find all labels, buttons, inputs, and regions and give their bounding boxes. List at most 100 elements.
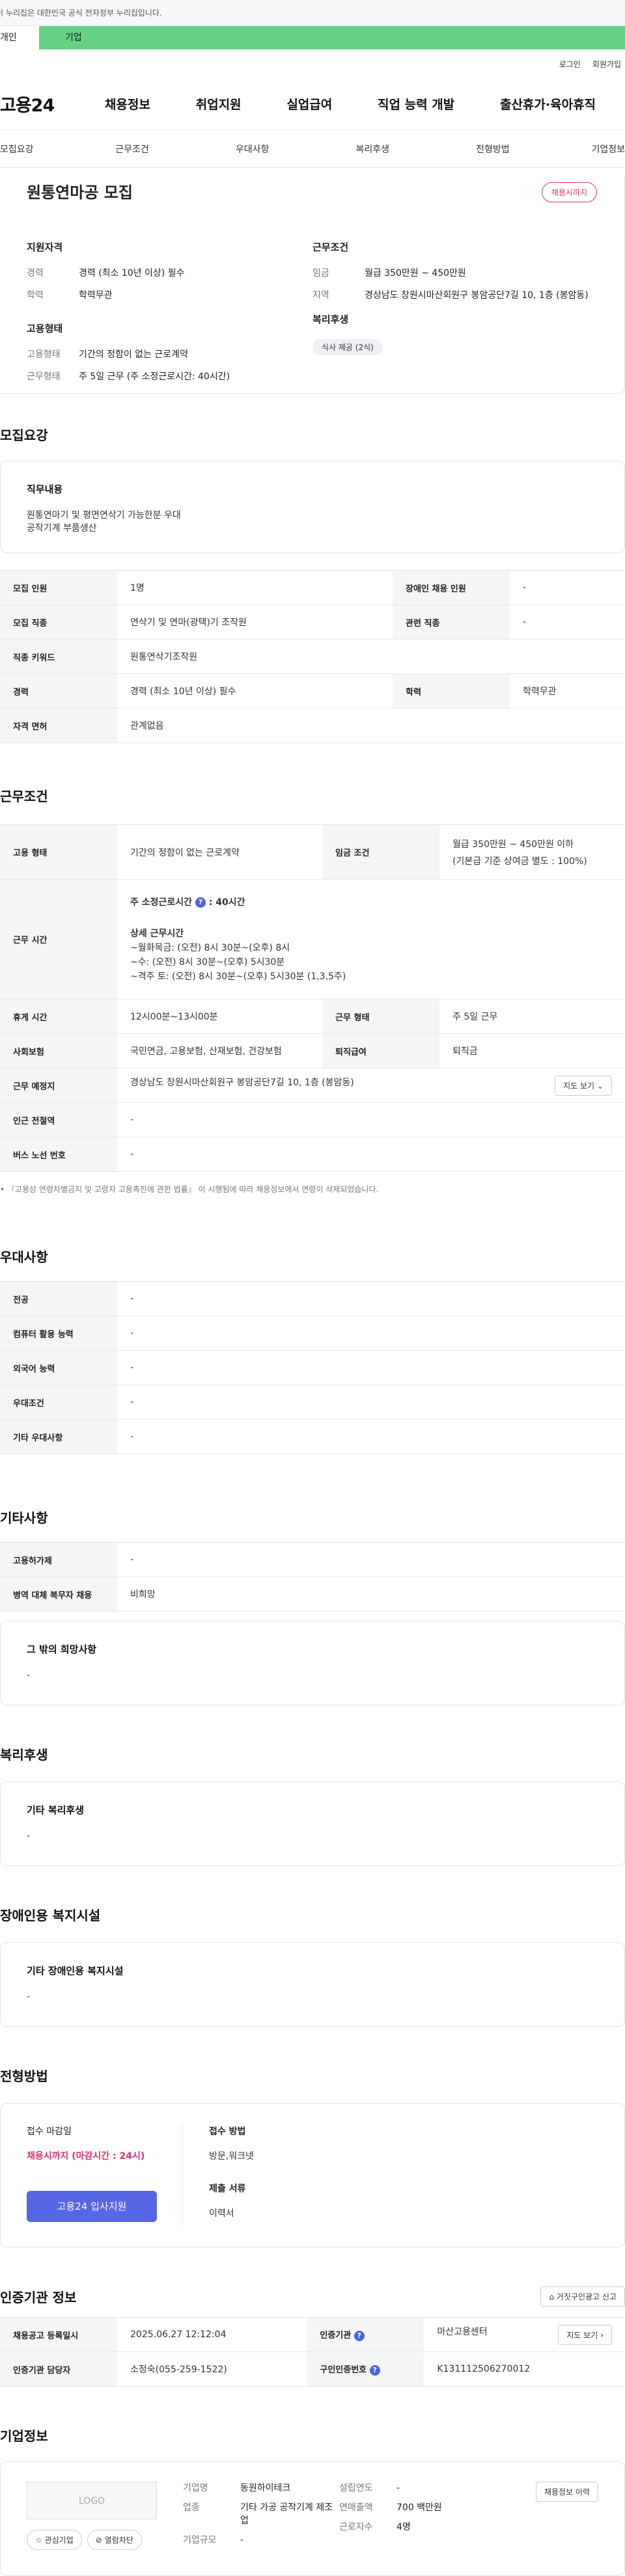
report-fake-ad-button[interactable]: ⌂ 거짓구인광고 신고 [540, 2286, 625, 2307]
kv-key: 근로자수 [339, 2522, 373, 2532]
kv-value: 학력무관 [79, 290, 113, 301]
etc-table: 고용허가제 - 병역 대체 복무자 채용 비희망 [0, 1542, 625, 1612]
kv-value: 경력 (최소 10년 이상) 필수 [79, 268, 185, 278]
td: - [510, 570, 625, 605]
company-name[interactable]: 동원하이테크 [240, 2482, 290, 2495]
tab-company[interactable]: 기업 [39, 26, 117, 49]
th: 고용 형태 [0, 824, 117, 880]
table-row: 직종 키워드 원통연삭기조작원 [0, 639, 625, 674]
td: - [117, 1102, 625, 1137]
section-process-title: 전형방법 [0, 2068, 48, 2084]
tab-personal[interactable]: 개인 [0, 26, 39, 49]
qualification-block: 지원자격 경력 경력 (최소 10년 이상) 필수 학력 학력무관 고용형태 고용형… [27, 240, 312, 392]
td: 학력무관 [510, 673, 625, 709]
anchor-work[interactable]: 근무조건 [72, 142, 193, 156]
hours-detail-line: ~격주 토: (오전) 8시 30분~(오후) 5시30분 (1,3,5주) [130, 971, 346, 982]
gnb-jobs[interactable]: 채용정보 [105, 95, 150, 113]
kv-key: 임금 [312, 268, 329, 278]
anchor-recruit[interactable]: 모집요강 [0, 142, 72, 156]
block-company-button[interactable]: ⊘ 열람차단 [87, 2530, 142, 2550]
apply-button[interactable]: 고용24 입사지원 [27, 2191, 157, 2222]
gnb-support[interactable]: 취업지원 [196, 95, 242, 113]
anchor-company[interactable]: 기업정보 [553, 142, 625, 156]
gnb-leave[interactable]: 출산휴가·육아휴직 [500, 95, 596, 113]
condition-title: 근무조건 [312, 241, 349, 253]
anchor-welfare[interactable]: 복리후생 [312, 142, 433, 156]
hours-cell: 주 소정근로시간 ? : 40시간 상세 근무시간 ~월화목금: (오전) 8시… [117, 879, 625, 999]
kv-key: 기업명 [183, 2483, 208, 2493]
table-row: 근무 시간 주 소정근로시간 ? : 40시간 상세 근무시간 ~월화목금: (… [0, 879, 625, 999]
section-anchor-nav: 모집요강 근무조건 우대사항 복리후생 전형방법 기업정보 [0, 130, 625, 168]
signup-link[interactable]: 회원가입 [592, 59, 621, 70]
hours-detail-line: ~수: (오전) 8시 30분~(오후) 5시30분 [130, 956, 285, 968]
wage-cell: 월급 350만원 ~ 450만원 이하 (기본급 기준 상여금 별도 : 100… [439, 824, 625, 880]
login-link[interactable]: 로그인 [559, 59, 581, 70]
kv-value: - [240, 2535, 244, 2545]
table-row: 자격 면허 관계없음 [0, 708, 625, 743]
th: 인근 전철역 [0, 1102, 117, 1137]
home-icon: ⌂ [549, 2292, 555, 2301]
hours-detail-title: 상세 근무시간 [130, 928, 184, 939]
agency-map-button[interactable]: 지도 보기 › [558, 2324, 612, 2345]
th: 우대조건 [0, 1385, 117, 1420]
th: 병역 대체 복무자 채용 [0, 1577, 117, 1612]
site-logo[interactable]: 고용24 [0, 91, 82, 116]
hours-week-value: 40시간 [215, 897, 245, 908]
favorite-company-button[interactable]: ☆ 관심기업 [27, 2530, 82, 2550]
tabs-bar-filler [117, 26, 625, 49]
section-company-title: 기업정보 [0, 2428, 48, 2444]
gnb-training[interactable]: 직업 능력 개발 [378, 95, 454, 113]
help-icon[interactable]: ? [354, 2330, 365, 2341]
method-block: 접수 방법 방문,워크넷 제출 서류 이력서 [183, 2124, 254, 2226]
block-icon: ⊘ [95, 2536, 102, 2545]
table-row: 우대조건 - [0, 1385, 625, 1420]
th: 휴게 시간 [0, 999, 117, 1034]
qualification-title: 지원자격 [27, 241, 63, 253]
th: 장애인 채용 인원 [393, 570, 510, 605]
wage-line: (기본급 기준 상여금 별도 : 100%) [452, 856, 587, 867]
welfare-box-title: 기타 복리후생 [27, 1804, 85, 1816]
employment-title: 고용형태 [27, 323, 63, 334]
section-work-title: 근무조건 [0, 789, 48, 804]
kv-key: 고용형태 [27, 349, 61, 360]
td: 비희망 [117, 1577, 625, 1612]
duty-title: 직무내용 [27, 483, 63, 495]
deadline-value: 채용시까지 (마감시간 : 24시) [27, 2151, 145, 2162]
table-row: 근무 예정지 경상남도 창원시마산회원구 봉암공단7길 10, 1층 (봉암동)… [0, 1068, 625, 1103]
td: 관계없음 [117, 708, 625, 743]
gnb-unemployment[interactable]: 실업급여 [286, 95, 332, 113]
hiring-history-button[interactable]: 채용정보 이력 [535, 2482, 598, 2502]
company-logo-block: LOGO ☆ 관심기업 ⊘ 열람차단 [27, 2482, 183, 2556]
map-button[interactable]: 지도 보기 ⌄ [555, 1075, 612, 1096]
table-row: 컴퓨터 활용 능력 - [0, 1316, 625, 1351]
anchor-process[interactable]: 전형방법 [433, 142, 553, 156]
welfare-chip: 식사 제공 (2식) [312, 339, 383, 355]
gov-banner: 이 누리집은 대한민국 공식 전자정부 누리집입니다. [0, 0, 625, 26]
help-icon[interactable]: ? [195, 897, 206, 908]
work-table: 고용 형태 기간의 정함이 없는 근로계약 임금 조건 월급 350만원 ~ 4… [0, 824, 625, 1172]
th: 직종 키워드 [0, 639, 117, 674]
disabled-box-value: - [27, 1992, 31, 2002]
th: 근무 예정지 [0, 1068, 117, 1103]
table-row: 전공 - [0, 1281, 625, 1316]
td: 1명 [117, 570, 393, 605]
th: 경력 [0, 673, 117, 709]
docs-value: 이력서 [209, 2208, 234, 2219]
table-row: 고용 형태 기간의 정함이 없는 근로계약 임금 조건 월급 350만원 ~ 4… [0, 824, 625, 880]
kv-key: 설립연도 [339, 2483, 373, 2493]
table-row: 기타 우대사항 - [0, 1419, 625, 1454]
kv-value: 경상남도 창원시마산회원구 봉암공단7길 10, 1층 (봉암동) [365, 290, 589, 301]
method-title: 접수 방법 [209, 2126, 246, 2137]
kv-key: 지역 [312, 290, 329, 301]
th: 채용공고 등록일시 [0, 2317, 117, 2352]
table-row: 고용허가제 - [0, 1542, 625, 1577]
kv-key: 업종 [183, 2502, 200, 2513]
th: 임금 조건 [322, 824, 440, 880]
welfare-box: 기타 복리후생 - [0, 1782, 625, 1866]
table-row: 인증기관 담당자 소정숙(055-259-1522) 구인인증번호 ? K131… [0, 2352, 625, 2387]
td: - [510, 604, 625, 640]
td: - [117, 1542, 625, 1577]
help-icon[interactable]: ? [369, 2365, 380, 2376]
anchor-pref[interactable]: 우대사항 [192, 142, 312, 156]
th: 기타 우대사항 [0, 1419, 117, 1454]
